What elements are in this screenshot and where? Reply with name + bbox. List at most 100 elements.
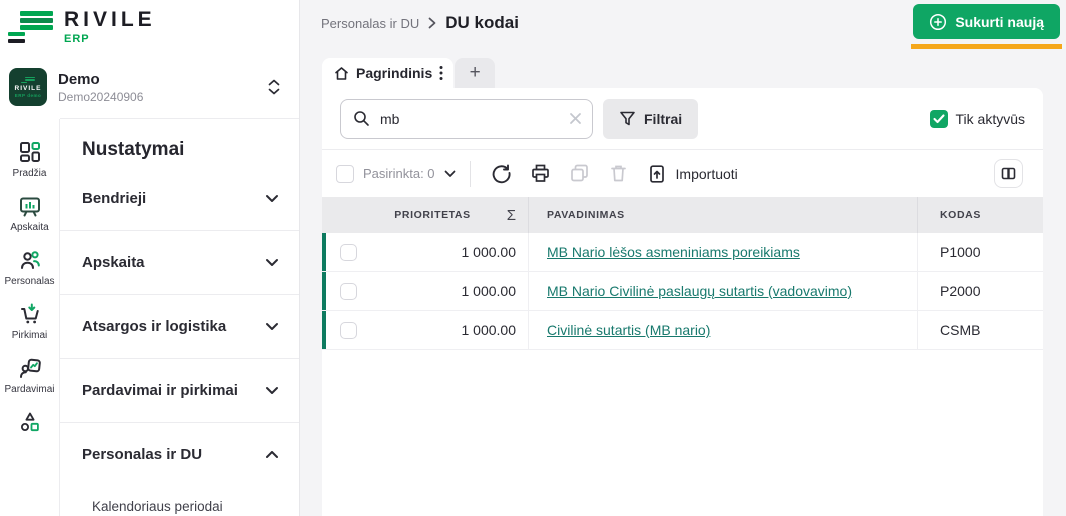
row-status-accent (322, 272, 326, 310)
tab-pagrindinis[interactable]: Pagrindinis (322, 58, 453, 88)
account-id: Demo20240906 (58, 90, 252, 104)
refresh-button[interactable] (487, 159, 517, 189)
rail-item-pirkimai[interactable]: Pirkimai (1, 303, 59, 341)
table-toolbar: Pasirinkta: 0 (322, 150, 1043, 197)
nav-section-bendrieji[interactable]: Bendrieji (60, 167, 299, 230)
column-header-kodas[interactable]: KODAS (917, 197, 1043, 233)
people-icon (19, 249, 41, 271)
column-header-prioritetas[interactable]: PRIORITETAS Σ (322, 197, 528, 233)
account-switcher[interactable]: RIVILE ERP demo Demo Demo20240906 (0, 54, 299, 106)
rail-item-pradzia[interactable]: Pradžia (1, 141, 59, 179)
divider (470, 161, 471, 187)
cell-prioritetas: 1 000.00 (462, 322, 517, 338)
shapes-icon (19, 411, 41, 433)
account-switch-icon[interactable] (263, 75, 285, 99)
copy-button[interactable] (565, 159, 595, 189)
clear-search-icon[interactable] (569, 112, 582, 125)
table-header: PRIORITETAS Σ PAVADINIMAS KODAS (322, 197, 1043, 233)
page-title: DU kodai (445, 13, 519, 33)
column-settings-button[interactable] (994, 159, 1023, 188)
brand-product: ERP (64, 34, 156, 45)
search-icon (353, 110, 370, 127)
row-checkbox[interactable] (340, 322, 357, 339)
home-icon (334, 66, 349, 81)
select-all-checkbox[interactable] (336, 165, 354, 183)
active-only-label: Tik aktyvūs (956, 111, 1026, 127)
rail-item-pardavimai[interactable]: Pardavimai (1, 357, 59, 395)
rail-item-kiti[interactable] (1, 411, 59, 438)
import-button[interactable]: Importuoti (643, 164, 742, 184)
cell-pavadinimas-link[interactable]: MB Nario lėšos asmeniniams poreikiams (547, 244, 800, 260)
search-text-field[interactable] (378, 110, 561, 128)
cell-kodas: P1000 (917, 233, 1043, 271)
chevron-down-icon (265, 322, 279, 331)
main-area: Personalas ir DU DU kodai Sukurti naują (301, 0, 1066, 516)
nav-section-apskaita[interactable]: Apskaita (60, 231, 299, 294)
nav-section-pardavimai-pirkimai[interactable]: Pardavimai ir pirkimai (60, 359, 299, 422)
rivile-logo-icon (8, 9, 54, 43)
module-rail: Pradžia Apskaita (0, 119, 60, 516)
nav-item-kalendoriaus-periodai[interactable]: Kalendoriaus periodai (60, 486, 299, 516)
plus-circle-icon (929, 13, 947, 31)
filter-row: Filtrai Tik aktyvūs (322, 88, 1043, 150)
chevron-up-icon (265, 450, 279, 459)
table-row: 1 000.00 MB Nario Civilinė paslaugų suta… (322, 272, 1043, 311)
avatar-logo-icon (21, 77, 35, 84)
table-row: 1 000.00 MB Nario lėšos asmeniniams pore… (322, 233, 1043, 272)
row-status-accent (322, 233, 326, 271)
table-row: 1 000.00 Civilinė sutartis (MB nario) CS… (322, 311, 1043, 350)
account-name: Demo (58, 71, 252, 88)
trial-indicator-bar (911, 44, 1062, 49)
add-tab-button[interactable]: + (455, 58, 495, 88)
cell-kodas: CSMB (917, 311, 1043, 349)
tab-menu-kebab-icon[interactable] (439, 65, 443, 81)
search-input[interactable] (340, 99, 593, 139)
column-header-pavadinimas[interactable]: PAVADINIMAS (528, 197, 917, 233)
breadcrumb-parent[interactable]: Personalas ir DU (321, 16, 419, 31)
chevron-down-icon (265, 258, 279, 267)
filters-button[interactable]: Filtrai (603, 99, 698, 139)
chart-board-icon (19, 195, 41, 217)
dashboard-icon (19, 141, 41, 163)
brand-logo: RIVILE ERP (0, 0, 299, 54)
cell-pavadinimas-link[interactable]: MB Nario Civilinė paslaugų sutartis (vad… (547, 283, 852, 299)
chevron-down-icon[interactable] (444, 170, 456, 178)
chevron-down-icon (265, 386, 279, 395)
breadcrumb-chevron-icon (428, 17, 436, 29)
active-only-toggle[interactable]: Tik aktyvūs (930, 110, 1026, 128)
app-window: RIVILE ERP RIVILE ERP demo Demo Demo2024… (0, 0, 1066, 516)
sidebar: RIVILE ERP RIVILE ERP demo Demo Demo2024… (0, 0, 300, 516)
active-only-checkbox[interactable] (930, 110, 948, 128)
nav-heading: Nustatymai (60, 139, 299, 167)
cell-prioritetas: 1 000.00 (462, 283, 517, 299)
account-avatar: RIVILE ERP demo (9, 68, 47, 106)
selection-control[interactable]: Pasirinkta: 0 (336, 165, 456, 183)
delete-button[interactable] (604, 159, 634, 189)
rail-item-apskaita[interactable]: Apskaita (1, 195, 59, 233)
nav-section-atsargos[interactable]: Atsargos ir logistika (60, 295, 299, 358)
nav-section-personalas-du[interactable]: Personalas ir DU (60, 423, 299, 486)
row-status-accent (322, 311, 326, 349)
du-codes-table: PRIORITETAS Σ PAVADINIMAS KODAS 1 000.00… (322, 197, 1043, 350)
brand-name: RIVILE (64, 9, 156, 30)
cell-pavadinimas-link[interactable]: Civilinė sutartis (MB nario) (547, 322, 710, 338)
rail-item-personalas[interactable]: Personalas (1, 249, 59, 287)
settings-nav: Nustatymai Bendrieji Apskaita Atsargos i… (60, 119, 299, 516)
row-checkbox[interactable] (340, 283, 357, 300)
funnel-icon (619, 110, 636, 127)
cart-icon (19, 303, 41, 325)
create-new-button[interactable]: Sukurti naują (913, 4, 1060, 39)
import-file-icon (647, 164, 667, 184)
tabs-row: Pagrindinis + (322, 58, 495, 88)
content-card: Filtrai Tik aktyvūs Pasirinkta: 0 (322, 88, 1043, 516)
sum-sigma-icon[interactable]: Σ (507, 207, 516, 224)
chevron-down-icon (265, 194, 279, 203)
breadcrumb: Personalas ir DU DU kodai (321, 13, 519, 33)
cell-prioritetas: 1 000.00 (462, 244, 517, 260)
topbar: Personalas ir DU DU kodai Sukurti naują (301, 0, 1066, 58)
print-button[interactable] (526, 159, 556, 189)
sales-icon (19, 357, 41, 379)
cell-kodas: P2000 (917, 272, 1043, 310)
selected-count-label: Pasirinkta: 0 (363, 166, 435, 181)
row-checkbox[interactable] (340, 244, 357, 261)
